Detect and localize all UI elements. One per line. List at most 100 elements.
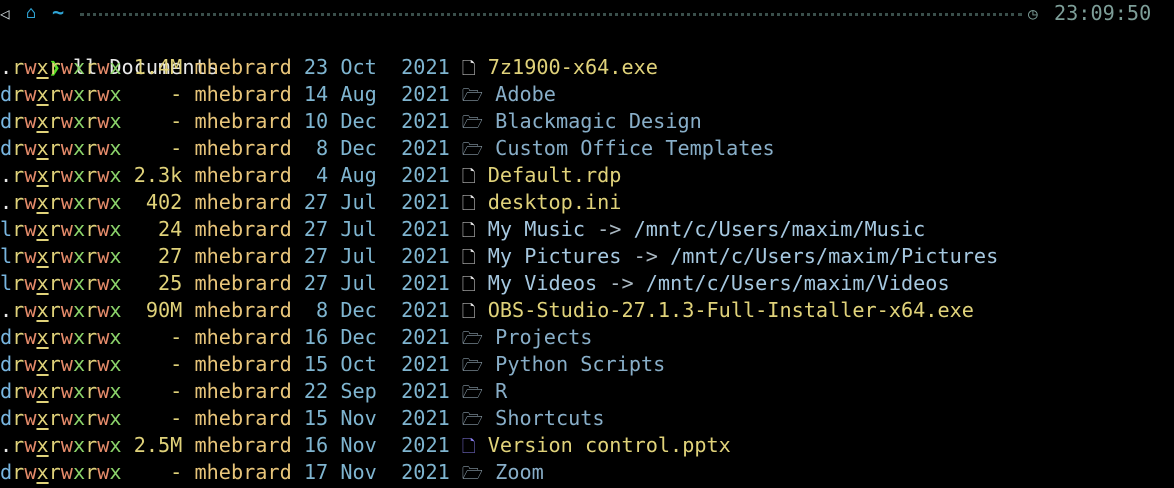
permissions: drwxrwxrwx xyxy=(0,379,122,403)
permission-bit: x xyxy=(36,406,49,430)
permission-bit: x xyxy=(36,325,49,349)
permissions: .rwxrwxrwx xyxy=(0,55,122,79)
listing-row[interactable]: .rwxrwxrwx 2.5M mhebrard 16 Nov 2021 🗋 V… xyxy=(0,432,731,459)
permission-bit: r xyxy=(85,163,98,187)
file-name[interactable]: My Pictures xyxy=(488,244,622,268)
modified-year: 2021 xyxy=(401,109,450,133)
permission-bit: x xyxy=(36,298,49,322)
permission-bit: w xyxy=(60,244,73,268)
file-icon: 🗋 xyxy=(461,194,476,214)
permission-bit: x xyxy=(109,244,122,268)
permission-bit: w xyxy=(97,352,110,376)
listing-row[interactable]: drwxrwxrwx - mhebrard 16 Dec 2021 🗁 Proj… xyxy=(0,324,592,351)
permission-bit: r xyxy=(48,163,61,187)
listing-row[interactable]: .rwxrwxrwx 402 mhebrard 27 Jul 2021 🗋 de… xyxy=(0,189,621,216)
listing-row[interactable]: .rwxrwxrwx 90M mhebrard 8 Dec 2021 🗋 OBS… xyxy=(0,297,974,324)
permission-bit: r xyxy=(48,217,61,241)
permission-bit: w xyxy=(97,460,110,484)
permission-bit: x xyxy=(36,460,49,484)
file-owner: mhebrard xyxy=(194,82,292,106)
file-name[interactable]: Python Scripts xyxy=(495,352,665,376)
permission-bit: r xyxy=(48,82,61,106)
permission-bit: x xyxy=(36,271,49,295)
permission-type: . xyxy=(0,55,13,79)
permission-type: d xyxy=(0,352,13,376)
modified-month: Dec xyxy=(340,325,377,349)
permission-bit: x xyxy=(72,82,86,106)
permission-bit: x xyxy=(109,55,122,79)
file-name[interactable]: Default.rdp xyxy=(488,163,622,187)
symlink-arrow: -> xyxy=(633,244,658,268)
modified-year: 2021 xyxy=(401,460,450,484)
modified-month: Sep xyxy=(340,379,377,403)
listing-row[interactable]: lrwxrwxrwx 25 mhebrard 27 Jul 2021 🗋 My … xyxy=(0,270,950,297)
permission-bit: w xyxy=(97,325,110,349)
folder-icon: 🗁 xyxy=(461,464,484,484)
listing-row[interactable]: drwxrwxrwx - mhebrard 17 Nov 2021 🗁 Zoom xyxy=(0,459,544,486)
modified-year: 2021 xyxy=(401,298,450,322)
symlink-target[interactable]: /mnt/c/Users/maxim/Music xyxy=(634,217,926,241)
listing-row[interactable]: drwxrwxrwx - mhebrard 14 Aug 2021 🗁 Adob… xyxy=(0,81,556,108)
permission-bit: x xyxy=(109,406,122,430)
permission-bit: r xyxy=(85,325,98,349)
file-name[interactable]: Shortcuts xyxy=(495,406,604,430)
file-name[interactable]: Blackmagic Design xyxy=(495,109,702,133)
listing-row[interactable]: drwxrwxrwx - mhebrard 15 Nov 2021 🗁 Shor… xyxy=(0,405,605,432)
permission-bit: r xyxy=(12,109,25,133)
permission-bit: x xyxy=(36,244,49,268)
modified-day: 27 xyxy=(303,190,329,214)
permission-bit: w xyxy=(24,325,37,349)
file-size: 2.5M xyxy=(133,433,183,457)
file-owner: mhebrard xyxy=(194,460,292,484)
file-size: - xyxy=(133,406,183,430)
listing-row[interactable]: drwxrwxrwx - mhebrard 8 Dec 2021 🗁 Custo… xyxy=(0,135,775,162)
modified-day: 17 xyxy=(303,460,329,484)
file-size: - xyxy=(133,82,183,106)
listing-row[interactable]: drwxrwxrwx - mhebrard 15 Oct 2021 🗁 Pyth… xyxy=(0,351,665,378)
prompt-time: 23:09:50 xyxy=(1054,1,1152,25)
permission-bit: x xyxy=(109,460,122,484)
modified-day: 15 xyxy=(303,406,329,430)
file-name[interactable]: Projects xyxy=(495,325,592,349)
permission-bit: r xyxy=(85,379,98,403)
modified-year: 2021 xyxy=(401,379,450,403)
file-name[interactable]: Zoom xyxy=(495,460,544,484)
file-name[interactable]: desktop.ini xyxy=(488,190,622,214)
modified-year: 2021 xyxy=(401,325,450,349)
file-name[interactable]: 7z1900-x64.exe xyxy=(488,55,658,79)
folder-icon: 🗁 xyxy=(461,383,484,403)
file-name[interactable]: Adobe xyxy=(495,82,556,106)
file-name[interactable]: R xyxy=(495,379,507,403)
file-owner: mhebrard xyxy=(194,136,292,160)
file-name[interactable]: Custom Office Templates xyxy=(495,136,775,160)
folder-icon: 🗁 xyxy=(461,410,484,430)
listing-row[interactable]: lrwxrwxrwx 27 mhebrard 27 Jul 2021 🗋 My … xyxy=(0,243,998,270)
permission-bit: r xyxy=(12,136,25,160)
permission-bit: x xyxy=(72,433,86,457)
file-name[interactable]: OBS-Studio-27.1.3-Full-Installer-x64.exe xyxy=(488,298,974,322)
terminal-window[interactable]: ◁ ⌂ ~ ◷ 23:09:50 ❯ ll Documents .rwxrwxr… xyxy=(0,0,1174,486)
modified-month: Dec xyxy=(340,136,377,160)
file-name[interactable]: Version control.pptx xyxy=(488,433,731,457)
modified-day: 22 xyxy=(303,379,329,403)
listing-row[interactable]: drwxrwxrwx - mhebrard 10 Dec 2021 🗁 Blac… xyxy=(0,108,702,135)
permission-type: . xyxy=(0,298,13,322)
modified-month: Jul xyxy=(340,217,377,241)
permission-bit: r xyxy=(48,460,61,484)
file-name[interactable]: My Videos xyxy=(488,271,597,295)
listing-row[interactable]: .rwxrwxrwx 1.4M mhebrard 23 Oct 2021 🗋 7… xyxy=(0,54,658,81)
listing-row[interactable]: lrwxrwxrwx 24 mhebrard 27 Jul 2021 🗋 My … xyxy=(0,216,925,243)
modified-year: 2021 xyxy=(401,217,450,241)
symlink-target[interactable]: /mnt/c/Users/maxim/Pictures xyxy=(670,244,998,268)
listing-row[interactable]: .rwxrwxrwx 2.3k mhebrard 4 Aug 2021 🗋 De… xyxy=(0,162,621,189)
permission-bit: w xyxy=(60,379,73,403)
permission-bit: w xyxy=(60,271,73,295)
permission-bit: r xyxy=(85,217,98,241)
listing-row[interactable]: drwxrwxrwx - mhebrard 22 Sep 2021 🗁 R xyxy=(0,378,507,405)
file-name[interactable]: My Music xyxy=(488,217,585,241)
symlink-target[interactable]: /mnt/c/Users/maxim/Videos xyxy=(646,271,950,295)
permission-bit: r xyxy=(85,460,98,484)
modified-month: Aug xyxy=(340,82,377,106)
command-line[interactable]: ❯ ll Documents xyxy=(0,27,219,79)
file-owner: mhebrard xyxy=(194,433,292,457)
